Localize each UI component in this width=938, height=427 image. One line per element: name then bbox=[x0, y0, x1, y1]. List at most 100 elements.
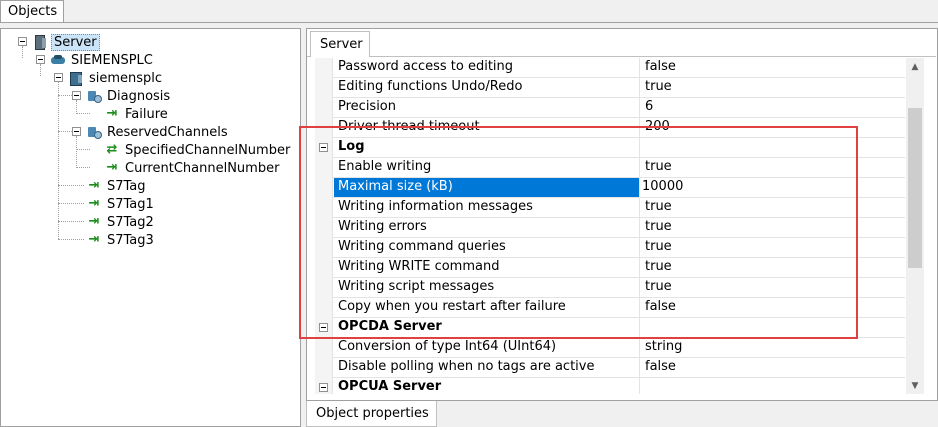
tree-node-server[interactable]: Server bbox=[32, 33, 100, 51]
tag-arrow-icon: ⇥ bbox=[88, 232, 100, 247]
tree-node-siemensplc[interactable]: SIEMENSPLC bbox=[50, 51, 155, 69]
property-name: Conversion of type Int64 (UInt64) bbox=[334, 338, 640, 357]
collapse-siemensplc-button[interactable] bbox=[36, 55, 45, 64]
property-value[interactable]: true bbox=[641, 198, 905, 217]
tag-arrow-icon: ⇥ bbox=[88, 196, 100, 211]
row-gutter bbox=[315, 158, 333, 178]
tree-node-label: SIEMENSPLC bbox=[71, 52, 153, 68]
tag-arrow-icon: ⇥ bbox=[106, 160, 118, 175]
row-gutter bbox=[315, 98, 333, 118]
property-row[interactable]: Writing command queries true bbox=[315, 238, 905, 258]
row-gutter bbox=[315, 178, 333, 198]
tree-node-specifiedchannelnumber[interactable]: ⇄ SpecifiedChannelNumber bbox=[104, 141, 292, 159]
tree-node-label: Server bbox=[51, 33, 100, 51]
tree-node-s7tag3[interactable]: ⇥ S7Tag3 bbox=[86, 231, 156, 249]
tree-connector bbox=[76, 100, 77, 112]
row-gutter bbox=[315, 278, 333, 298]
tree-node-diagnosis[interactable]: Diagnosis bbox=[86, 87, 172, 105]
property-row[interactable]: Conversion of type Int64 (UInt64) string bbox=[315, 338, 905, 358]
property-value[interactable]: string bbox=[641, 338, 905, 357]
category-row-opcua-server[interactable]: OPCUA Server bbox=[315, 378, 905, 394]
collapse-category-button[interactable] bbox=[319, 143, 328, 152]
property-value bbox=[641, 318, 905, 337]
property-value bbox=[641, 138, 905, 157]
property-value[interactable]: true bbox=[641, 158, 905, 177]
object-tree[interactable]: Server SIEMENSPLC siemensplc Diagnosis ⇥… bbox=[0, 28, 301, 427]
property-value-editor[interactable]: 10000 bbox=[641, 178, 905, 197]
row-gutter bbox=[315, 218, 333, 238]
property-name: Disable polling when no tags are active bbox=[334, 358, 640, 377]
property-row[interactable]: Writing errors true bbox=[315, 218, 905, 238]
server-icon bbox=[32, 34, 48, 50]
tree-node-s7tag[interactable]: ⇥ S7Tag bbox=[86, 177, 148, 195]
tree-node-currentchannelnumber[interactable]: ⇥ CurrentChannelNumber bbox=[104, 159, 281, 177]
scroll-down-icon[interactable]: ▼ bbox=[906, 377, 924, 394]
tab-objects[interactable]: Objects bbox=[0, 0, 65, 22]
property-row[interactable]: Writing WRITE command true bbox=[315, 258, 905, 278]
tree-node-label: S7Tag3 bbox=[107, 232, 154, 248]
tree-connector bbox=[40, 64, 41, 76]
tree-node-device[interactable]: siemensplc bbox=[68, 69, 164, 87]
tree-node-label: Diagnosis bbox=[107, 88, 171, 104]
category-row-log[interactable]: Log bbox=[315, 138, 905, 158]
property-row[interactable]: Enable writing true bbox=[315, 158, 905, 178]
tree-node-failure[interactable]: ⇥ Failure bbox=[104, 105, 170, 123]
collapse-device-button[interactable] bbox=[54, 73, 63, 82]
category-row-opcda-server[interactable]: OPCDA Server bbox=[315, 318, 905, 338]
property-value[interactable]: false bbox=[641, 298, 905, 317]
property-name: Writing command queries bbox=[334, 238, 640, 257]
row-gutter bbox=[315, 238, 333, 258]
tree-node-label: ReservedChannels bbox=[107, 124, 228, 140]
scroll-up-icon[interactable]: ▲ bbox=[906, 58, 924, 75]
tree-connector bbox=[58, 203, 84, 204]
property-grid[interactable]: Password access to editing false Editing… bbox=[315, 58, 905, 394]
row-gutter bbox=[315, 78, 333, 98]
property-value[interactable]: true bbox=[641, 238, 905, 257]
tree-node-label: Failure bbox=[125, 106, 168, 122]
property-name: Maximal size (kB) bbox=[334, 178, 640, 197]
property-row[interactable]: Editing functions Undo/Redo true bbox=[315, 78, 905, 98]
tree-connector bbox=[76, 149, 90, 150]
property-name: Writing errors bbox=[334, 218, 640, 237]
scroll-thumb[interactable] bbox=[908, 108, 922, 268]
property-row-selected[interactable]: Maximal size (kB) 10000 bbox=[315, 178, 905, 198]
property-row[interactable]: Disable polling when no tags are active … bbox=[315, 358, 905, 378]
collapse-category-button[interactable] bbox=[319, 383, 328, 392]
tree-connector bbox=[58, 185, 84, 186]
collapse-reservedchannels-button[interactable] bbox=[72, 127, 81, 136]
tree-connector bbox=[58, 131, 72, 132]
property-name: Enable writing bbox=[334, 158, 640, 177]
property-value[interactable]: false bbox=[641, 58, 905, 77]
property-row[interactable]: Writing information messages true bbox=[315, 198, 905, 218]
tab-object-properties[interactable]: Object properties bbox=[306, 401, 437, 427]
property-value[interactable]: true bbox=[641, 218, 905, 237]
property-value[interactable]: 200 bbox=[641, 118, 905, 137]
property-row[interactable]: Password access to editing false bbox=[315, 58, 905, 78]
tab-server[interactable]: Server bbox=[310, 31, 370, 57]
property-row[interactable]: Copy when you restart after failure fals… bbox=[315, 298, 905, 318]
vertical-scrollbar[interactable]: ▲ ▼ bbox=[906, 58, 924, 394]
tree-node-reservedchannels[interactable]: ReservedChannels bbox=[86, 123, 230, 141]
property-value[interactable]: 6 bbox=[641, 98, 905, 117]
property-name: Precision bbox=[334, 98, 640, 117]
row-gutter bbox=[315, 258, 333, 278]
tree-connector bbox=[22, 46, 23, 58]
tree-node-s7tag1[interactable]: ⇥ S7Tag1 bbox=[86, 195, 156, 213]
folder-icon bbox=[86, 124, 102, 140]
row-gutter bbox=[315, 58, 333, 78]
tree-connector bbox=[58, 95, 72, 96]
collapse-server-button[interactable] bbox=[18, 37, 27, 46]
property-row[interactable]: Writing script messages true bbox=[315, 278, 905, 298]
property-value[interactable]: true bbox=[641, 78, 905, 97]
collapse-category-button[interactable] bbox=[319, 323, 328, 332]
plc-icon bbox=[50, 52, 66, 68]
property-name: Writing WRITE command bbox=[334, 258, 640, 277]
collapse-diagnosis-button[interactable] bbox=[72, 91, 81, 100]
property-value[interactable]: false bbox=[641, 358, 905, 377]
property-value[interactable]: true bbox=[641, 258, 905, 277]
row-gutter bbox=[315, 298, 333, 318]
tree-node-s7tag2[interactable]: ⇥ S7Tag2 bbox=[86, 213, 156, 231]
property-value[interactable]: true bbox=[641, 278, 905, 297]
property-row[interactable]: Precision 6 bbox=[315, 98, 905, 118]
property-row[interactable]: Driver thread timeout 200 bbox=[315, 118, 905, 138]
